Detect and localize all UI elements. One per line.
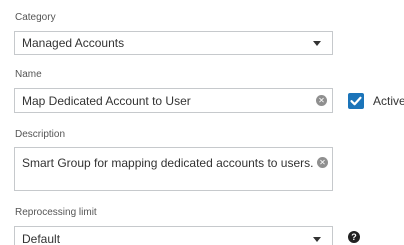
name-input-value: Map Dedicated Account to User [22, 94, 191, 108]
category-label: Category [15, 12, 56, 23]
category-selected-value: Managed Accounts [22, 36, 125, 50]
chevron-down-icon [313, 237, 321, 242]
clear-icon[interactable]: ✕ [316, 95, 327, 106]
reprocessing-limit-select[interactable]: Default [14, 226, 333, 245]
clear-icon[interactable]: ✕ [317, 157, 328, 168]
active-label: Active [373, 94, 404, 108]
chevron-down-icon [313, 41, 321, 46]
reprocessing-limit-label: Reprocessing limit [15, 207, 97, 218]
checkmark-icon [350, 96, 362, 106]
name-label: Name [15, 69, 42, 80]
description-value: Smart Group for mapping dedicated accoun… [22, 156, 314, 170]
question-circle-icon[interactable]: ? [348, 231, 360, 243]
name-input[interactable]: Map Dedicated Account to User ✕ [14, 88, 333, 113]
description-textarea[interactable]: Smart Group for mapping dedicated accoun… [14, 147, 333, 191]
category-select[interactable]: Managed Accounts [14, 31, 333, 55]
active-checkbox[interactable] [348, 93, 364, 109]
description-label: Description [15, 129, 66, 140]
reprocessing-limit-value: Default [22, 232, 61, 245]
